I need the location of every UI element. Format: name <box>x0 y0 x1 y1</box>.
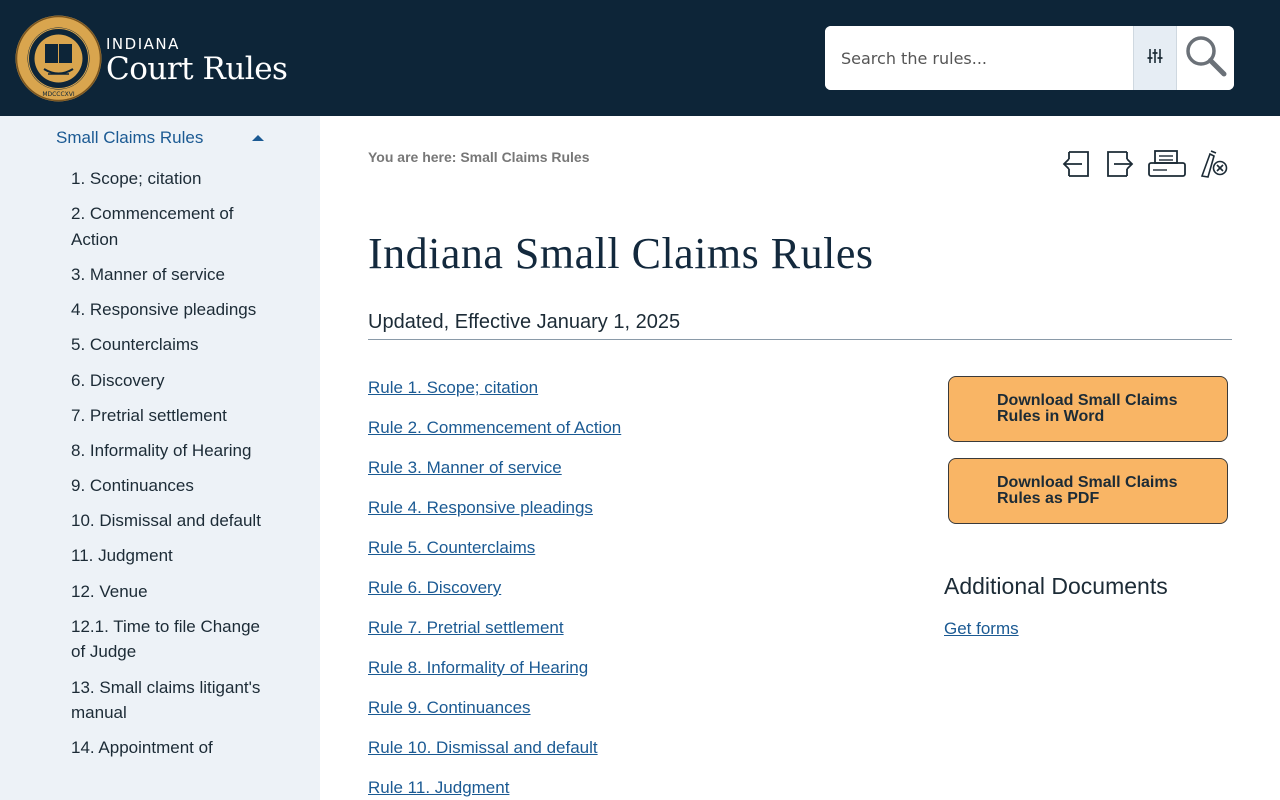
search-icon <box>1184 34 1228 82</box>
page-title: Indiana Small Claims Rules <box>368 229 874 278</box>
clear-highlights-button[interactable] <box>1196 148 1232 184</box>
site-logo-text[interactable]: INDIANA Court Rules <box>106 36 288 87</box>
rule-link[interactable]: Rule 6. Discovery <box>368 578 501 597</box>
sidebar-item[interactable]: 2. Commencement of Action <box>71 201 261 252</box>
breadcrumb: You are here: Small Claims Rules <box>368 149 590 165</box>
effective-date: Updated, Effective January 1, 2025 <box>368 311 681 333</box>
arrow-right-box-icon <box>1104 148 1136 184</box>
sidebar-item[interactable]: 14. Appointment of <box>71 735 261 761</box>
rule-link[interactable]: Rule 8. Informality of Hearing <box>368 658 588 677</box>
sidebar-item[interactable]: 12.1. Time to file Change of Judge <box>71 614 261 665</box>
sidebar-item[interactable]: 11. Judgment <box>71 543 261 569</box>
caret-up-icon[interactable] <box>252 135 264 141</box>
sidebar-nav: Small Claims Rules 1. Scope; citation 2.… <box>0 116 320 800</box>
logo-site-name: Court Rules <box>106 51 288 87</box>
print-button[interactable] <box>1146 148 1188 184</box>
rules-link-list: Rule 1. Scope; citation Rule 2. Commence… <box>368 376 621 800</box>
download-pdf-button[interactable]: Download Small Claims Rules as PDF <box>948 458 1228 524</box>
additional-documents-heading: Additional Documents <box>944 573 1168 599</box>
indiana-seal-logo[interactable]: MDCCCXVI <box>14 14 103 103</box>
site-header: MDCCCXVI INDIANA Court Rules <box>0 0 1280 116</box>
rule-link[interactable]: Rule 10. Dismissal and default <box>368 738 598 757</box>
sidebar-item[interactable]: 6. Discovery <box>71 368 261 394</box>
sidebar-item[interactable]: 9. Continuances <box>71 473 261 499</box>
rule-link[interactable]: Rule 9. Continuances <box>368 698 531 717</box>
search-bar <box>825 26 1234 90</box>
rule-link[interactable]: Rule 5. Counterclaims <box>368 538 535 557</box>
search-input[interactable] <box>825 26 1133 90</box>
previous-rule-button[interactable] <box>1058 148 1094 184</box>
next-rule-button[interactable] <box>1102 148 1138 184</box>
search-filter-button[interactable] <box>1133 26 1177 90</box>
rule-link[interactable]: Rule 4. Responsive pleadings <box>368 498 593 517</box>
sidebar-item[interactable]: 12. Venue <box>71 579 261 605</box>
printer-icon <box>1147 148 1187 184</box>
sidebar-item[interactable]: 10. Dismissal and default <box>71 508 261 534</box>
divider <box>368 339 1232 340</box>
rule-link[interactable]: Rule 1. Scope; citation <box>368 378 538 397</box>
sidebar-item[interactable]: 3. Manner of service <box>71 262 261 288</box>
sidebar-item[interactable]: 1. Scope; citation <box>71 166 261 192</box>
sidebar-item[interactable]: 8. Informality of Hearing <box>71 438 261 464</box>
sidebar-item[interactable]: 5. Counterclaims <box>71 332 261 358</box>
search-button[interactable] <box>1177 26 1234 90</box>
sidebar-section-toggle[interactable]: Small Claims Rules <box>56 128 266 150</box>
get-forms-link[interactable]: Get forms <box>944 619 1019 639</box>
arrow-left-box-icon <box>1060 148 1092 184</box>
sidebar-rule-list: 1. Scope; citation 2. Commencement of Ac… <box>71 166 261 771</box>
rule-link[interactable]: Rule 3. Manner of service <box>368 458 562 477</box>
svg-text:MDCCCXVI: MDCCCXVI <box>42 91 75 98</box>
sliders-icon <box>1146 47 1164 69</box>
rule-link[interactable]: Rule 7. Pretrial settlement <box>368 618 564 637</box>
sidebar-item[interactable]: 13. Small claims litigant's manual <box>71 675 261 726</box>
sidebar-item[interactable]: 7. Pretrial settlement <box>71 403 261 429</box>
page-toolbar <box>1058 148 1234 184</box>
download-word-button[interactable]: Download Small Claims Rules in Word <box>948 376 1228 442</box>
sidebar-item[interactable]: 4. Responsive pleadings <box>71 297 261 323</box>
highlighter-clear-icon <box>1198 148 1230 184</box>
rule-link[interactable]: Rule 11. Judgment <box>368 778 509 797</box>
rule-link[interactable]: Rule 2. Commencement of Action <box>368 418 621 437</box>
